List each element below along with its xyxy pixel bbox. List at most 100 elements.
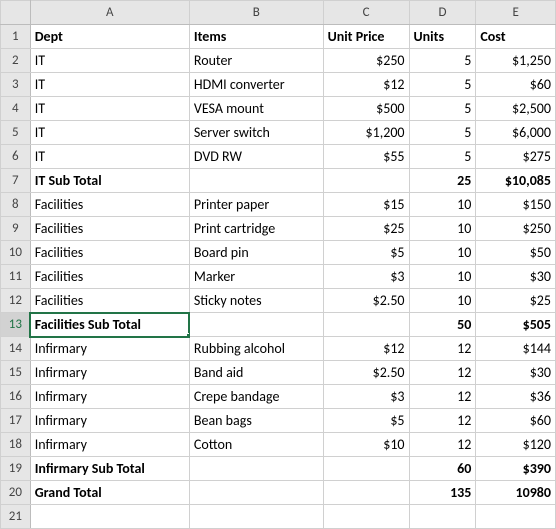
column-header-c[interactable]: C: [323, 1, 409, 25]
cell[interactable]: Infirmary: [30, 361, 189, 385]
cell[interactable]: Infirmary: [30, 409, 189, 433]
row-header[interactable]: 11: [1, 265, 31, 289]
cell[interactable]: IT Sub Total: [30, 169, 189, 193]
cell[interactable]: $2.50: [323, 289, 409, 313]
cell[interactable]: $150: [476, 193, 556, 217]
cell[interactable]: $6,000: [476, 121, 556, 145]
cell[interactable]: [189, 457, 323, 481]
cell[interactable]: IT: [30, 73, 189, 97]
cell[interactable]: 10: [409, 265, 476, 289]
row-header[interactable]: 3: [1, 73, 31, 97]
cell[interactable]: $25: [323, 217, 409, 241]
cell[interactable]: $3: [323, 385, 409, 409]
cell[interactable]: [189, 481, 323, 505]
cell[interactable]: $30: [476, 265, 556, 289]
cell[interactable]: $2.50: [323, 361, 409, 385]
cell[interactable]: Cost: [476, 25, 556, 49]
row-header[interactable]: 1: [1, 25, 31, 49]
cell[interactable]: $55: [323, 145, 409, 169]
cell[interactable]: $30: [476, 361, 556, 385]
row-header[interactable]: 20: [1, 481, 31, 505]
cell[interactable]: $50: [476, 241, 556, 265]
cell[interactable]: Board pin: [189, 241, 323, 265]
column-header-a[interactable]: A: [30, 1, 189, 25]
cell[interactable]: 5: [409, 73, 476, 97]
cell[interactable]: 10: [409, 193, 476, 217]
cell[interactable]: IT: [30, 121, 189, 145]
cell[interactable]: $120: [476, 433, 556, 457]
cell[interactable]: Grand Total: [30, 481, 189, 505]
cell[interactable]: $25: [476, 289, 556, 313]
cell[interactable]: 10: [409, 217, 476, 241]
cell[interactable]: VESA mount: [189, 97, 323, 121]
cell[interactable]: $10,085: [476, 169, 556, 193]
cell[interactable]: Facilities: [30, 217, 189, 241]
cell[interactable]: $15: [323, 193, 409, 217]
cell[interactable]: Router: [189, 49, 323, 73]
row-header[interactable]: 14: [1, 337, 31, 361]
cell[interactable]: Facilities Sub Total: [30, 313, 189, 337]
cell[interactable]: Marker: [189, 265, 323, 289]
cell[interactable]: Facilities: [30, 241, 189, 265]
cell[interactable]: 5: [409, 145, 476, 169]
cell[interactable]: 12: [409, 337, 476, 361]
cell[interactable]: [189, 505, 323, 529]
cell[interactable]: $1,250: [476, 49, 556, 73]
cell[interactable]: $60: [476, 409, 556, 433]
cell[interactable]: IT: [30, 97, 189, 121]
cell[interactable]: Unit Price: [323, 25, 409, 49]
cell[interactable]: $144: [476, 337, 556, 361]
cell[interactable]: Bean bags: [189, 409, 323, 433]
row-header[interactable]: 7: [1, 169, 31, 193]
cell[interactable]: Printer paper: [189, 193, 323, 217]
cell[interactable]: Facilities: [30, 265, 189, 289]
cell[interactable]: [30, 505, 189, 529]
cell[interactable]: $12: [323, 73, 409, 97]
fill-handle[interactable]: [186, 333, 190, 337]
cell[interactable]: IT: [30, 145, 189, 169]
cell[interactable]: $500: [323, 97, 409, 121]
cell[interactable]: Print cartridge: [189, 217, 323, 241]
row-header[interactable]: 13: [1, 313, 31, 337]
row-header[interactable]: 5: [1, 121, 31, 145]
cell[interactable]: DVD RW: [189, 145, 323, 169]
cell[interactable]: Sticky notes: [189, 289, 323, 313]
cell[interactable]: HDMI converter: [189, 73, 323, 97]
row-header[interactable]: 19: [1, 457, 31, 481]
cell[interactable]: $2,500: [476, 97, 556, 121]
cell[interactable]: [409, 505, 476, 529]
cell[interactable]: [323, 481, 409, 505]
cell[interactable]: 12: [409, 409, 476, 433]
cell[interactable]: 10980: [476, 481, 556, 505]
column-header-e[interactable]: E: [476, 1, 556, 25]
column-header-b[interactable]: B: [189, 1, 323, 25]
column-header-d[interactable]: D: [409, 1, 476, 25]
cell[interactable]: Rubbing alcohol: [189, 337, 323, 361]
cell[interactable]: Units: [409, 25, 476, 49]
cell[interactable]: [189, 313, 323, 337]
row-header[interactable]: 2: [1, 49, 31, 73]
cell[interactable]: $5: [323, 409, 409, 433]
cell[interactable]: $1,200: [323, 121, 409, 145]
cell[interactable]: [323, 313, 409, 337]
cell[interactable]: 10: [409, 289, 476, 313]
cell[interactable]: $10: [323, 433, 409, 457]
cell[interactable]: Infirmary Sub Total: [30, 457, 189, 481]
row-header[interactable]: 10: [1, 241, 31, 265]
cell[interactable]: 12: [409, 385, 476, 409]
cell[interactable]: Server switch: [189, 121, 323, 145]
cell[interactable]: $3: [323, 265, 409, 289]
cell[interactable]: IT: [30, 49, 189, 73]
cell[interactable]: $250: [323, 49, 409, 73]
cell[interactable]: Band aid: [189, 361, 323, 385]
cell[interactable]: $505: [476, 313, 556, 337]
cell[interactable]: 25: [409, 169, 476, 193]
row-header[interactable]: 6: [1, 145, 31, 169]
row-header[interactable]: 16: [1, 385, 31, 409]
cell[interactable]: [323, 169, 409, 193]
cell[interactable]: $5: [323, 241, 409, 265]
cell[interactable]: 135: [409, 481, 476, 505]
cell[interactable]: $12: [323, 337, 409, 361]
row-header[interactable]: 15: [1, 361, 31, 385]
select-all-corner[interactable]: [1, 1, 31, 25]
